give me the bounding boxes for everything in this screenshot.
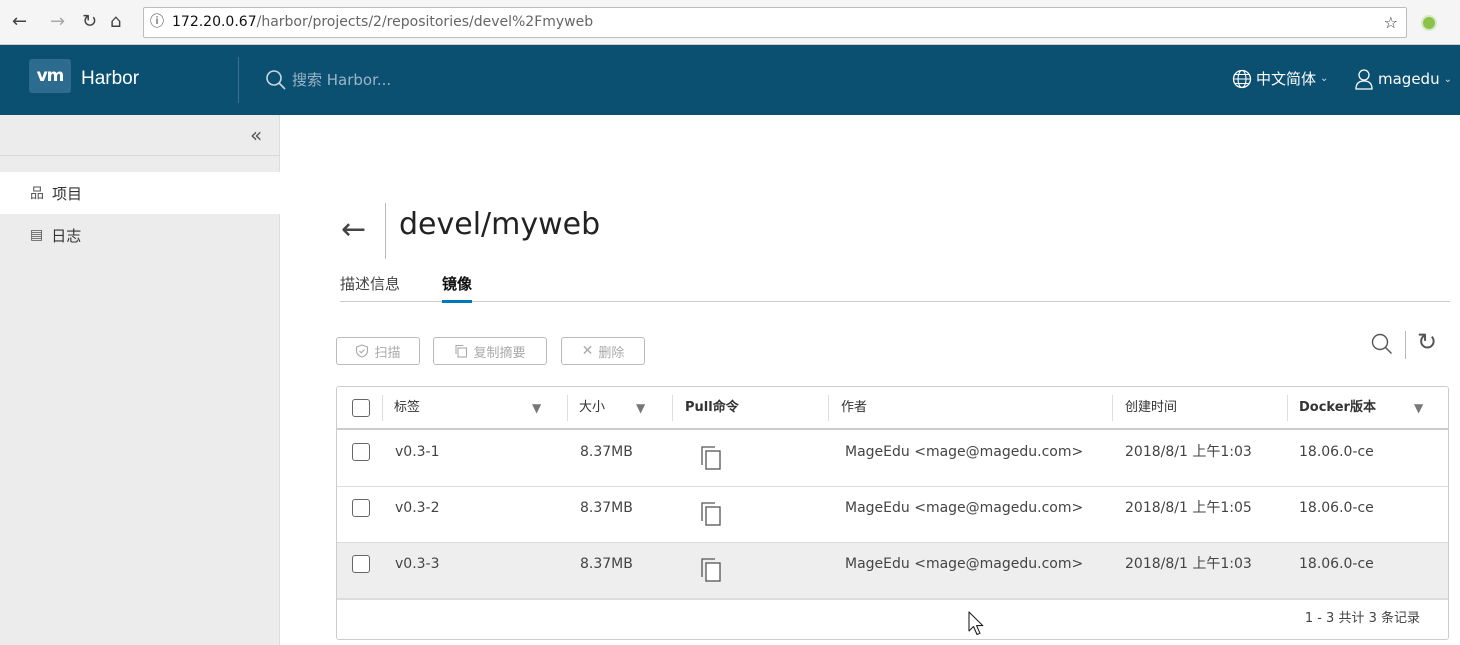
bookmark-star-icon[interactable]: ☆ — [1384, 8, 1398, 37]
tab-description[interactable]: 描述信息 — [340, 273, 400, 300]
search-icon[interactable] — [1371, 333, 1393, 355]
filter-icon[interactable]: ▼ — [636, 401, 645, 415]
mouse-cursor-icon — [968, 611, 984, 636]
copy-icon[interactable] — [700, 501, 722, 527]
search-input[interactable] — [292, 67, 592, 93]
app-header: vm Harbor 中文简体 ⌄ magedu ⌄ — [0, 45, 1460, 115]
table-footer: 1 - 3 共计 3 条记录 — [337, 599, 1448, 639]
language-switcher[interactable]: 中文简体 ⌄ — [1232, 68, 1328, 89]
logs-icon: ▤ — [30, 227, 44, 243]
table-row[interactable]: v0.3-3 8.37MB MageEdu <mage@magedu.com> … — [337, 543, 1448, 599]
user-icon — [1355, 69, 1373, 90]
size-cell: 8.37MB — [580, 556, 633, 572]
header-divider — [238, 57, 239, 103]
row-checkbox[interactable] — [352, 443, 370, 461]
title-divider — [385, 203, 386, 259]
home-icon[interactable]: ⌂ — [110, 12, 121, 32]
url-host: 172.20.0.67 — [172, 14, 257, 30]
back-arrow-icon[interactable]: ← — [12, 12, 27, 32]
column-header-author[interactable]: 作者 — [829, 387, 867, 430]
delete-label: 删除 — [598, 345, 625, 361]
table-row[interactable]: v0.3-2 8.37MB MageEdu <mage@magedu.com> … — [337, 487, 1448, 543]
column-header-size[interactable]: 大小 — [567, 387, 605, 430]
language-label: 中文简体 — [1256, 70, 1317, 88]
vmware-logo: vm — [29, 59, 71, 93]
reload-icon[interactable]: ↻ — [82, 12, 97, 32]
copy-icon[interactable] — [700, 445, 722, 471]
column-header-created[interactable]: 创建时间 — [1113, 387, 1177, 430]
sidebar: « 品 项目 ▤ 日志 — [0, 115, 280, 645]
select-all-checkbox[interactable] — [352, 399, 370, 417]
filter-icon[interactable]: ▼ — [1414, 401, 1423, 415]
globe-icon — [1232, 69, 1252, 88]
back-arrow-icon[interactable]: ← — [341, 215, 366, 245]
scan-button[interactable]: 扫描 — [336, 337, 420, 365]
projects-icon: 品 — [30, 186, 44, 202]
chevron-down-icon: ⌄ — [1443, 73, 1452, 85]
chevron-down-icon: ⌄ — [1320, 73, 1329, 84]
page-title: devel/myweb — [399, 207, 601, 242]
browser-toolbar: ← → ↻ ⌂ ⓘ 172.20.0.67/harbor/projects/2/… — [0, 0, 1460, 45]
column-header-docker-version[interactable]: Docker版本 — [1287, 387, 1376, 430]
username: magedu — [1378, 70, 1440, 88]
refresh-icon[interactable]: ↻ — [1417, 328, 1437, 356]
collapse-sidebar-icon[interactable]: « — [250, 123, 262, 147]
main-content: ← devel/myweb 描述信息 镜像 扫描 复制摘要 ✕ 删除 ↻ 标签 — [281, 115, 1460, 645]
search-icon[interactable] — [265, 69, 287, 91]
sidebar-divider — [0, 155, 280, 156]
column-header-tag[interactable]: 标签 — [382, 387, 420, 430]
tag-cell[interactable]: v0.3-1 — [395, 431, 440, 473]
created-cell: 2018/8/1 上午1:03 — [1125, 444, 1252, 460]
row-checkbox[interactable] — [352, 555, 370, 573]
url-path: /harbor/projects/2/repositories/devel%2F… — [256, 14, 594, 30]
scan-label: 扫描 — [374, 345, 401, 361]
copy-digest-label: 复制摘要 — [473, 345, 526, 361]
column-header-pull-command: Pull命令 — [685, 400, 739, 415]
copy-icon — [455, 344, 468, 358]
size-cell: 8.37MB — [580, 500, 633, 516]
author-cell: MageEdu <mage@magedu.com> — [845, 444, 1084, 460]
tab-bar: 描述信息 镜像 — [340, 271, 1450, 303]
created-cell: 2018/8/1 上午1:03 — [1125, 556, 1252, 572]
copy-digest-button[interactable]: 复制摘要 — [433, 337, 547, 365]
address-bar[interactable]: ⓘ 172.20.0.67/harbor/projects/2/reposito… — [143, 7, 1407, 38]
table-row[interactable]: v0.3-1 8.37MB MageEdu <mage@magedu.com> … — [337, 431, 1448, 487]
pagination-summary: 1 - 3 共计 3 条记录 — [1304, 611, 1420, 626]
author-cell: MageEdu <mage@magedu.com> — [845, 556, 1084, 572]
docker-version-cell: 18.06.0-ce — [1299, 444, 1374, 460]
sidebar-item-logs[interactable]: ▤ 日志 — [0, 214, 280, 256]
toolbar-separator — [1405, 331, 1406, 359]
table-header: 标签 ▼ 大小 ▼ Pull命令 作者 创建时间 Docker版本 ▼ — [337, 387, 1448, 430]
user-menu[interactable]: magedu ⌄ — [1354, 68, 1452, 90]
images-table: 标签 ▼ 大小 ▼ Pull命令 作者 创建时间 Docker版本 ▼ v0.3… — [336, 386, 1449, 640]
delete-button[interactable]: ✕ 删除 — [561, 337, 645, 365]
created-cell: 2018/8/1 上午1:05 — [1125, 500, 1252, 516]
site-info-icon[interactable]: ⓘ — [150, 8, 164, 37]
tag-cell[interactable]: v0.3-3 — [395, 543, 440, 585]
row-checkbox[interactable] — [352, 499, 370, 517]
extension-status-icon[interactable] — [1421, 15, 1437, 31]
sidebar-item-projects[interactable]: 品 项目 — [0, 172, 280, 214]
docker-version-cell: 18.06.0-ce — [1299, 500, 1374, 516]
author-cell: MageEdu <mage@magedu.com> — [845, 500, 1084, 516]
sidebar-item-label: 日志 — [51, 226, 82, 245]
brand-name[interactable]: Harbor — [81, 68, 139, 90]
tab-images[interactable]: 镜像 — [442, 273, 473, 303]
sidebar-item-label: 项目 — [52, 184, 83, 203]
filter-icon[interactable]: ▼ — [532, 401, 541, 415]
tag-cell[interactable]: v0.3-2 — [395, 487, 440, 529]
close-icon: ✕ — [581, 343, 594, 359]
forward-arrow-icon[interactable]: → — [50, 12, 65, 32]
docker-version-cell: 18.06.0-ce — [1299, 556, 1374, 572]
copy-icon[interactable] — [700, 557, 722, 583]
shield-check-icon — [356, 344, 369, 358]
size-cell: 8.37MB — [580, 444, 633, 460]
